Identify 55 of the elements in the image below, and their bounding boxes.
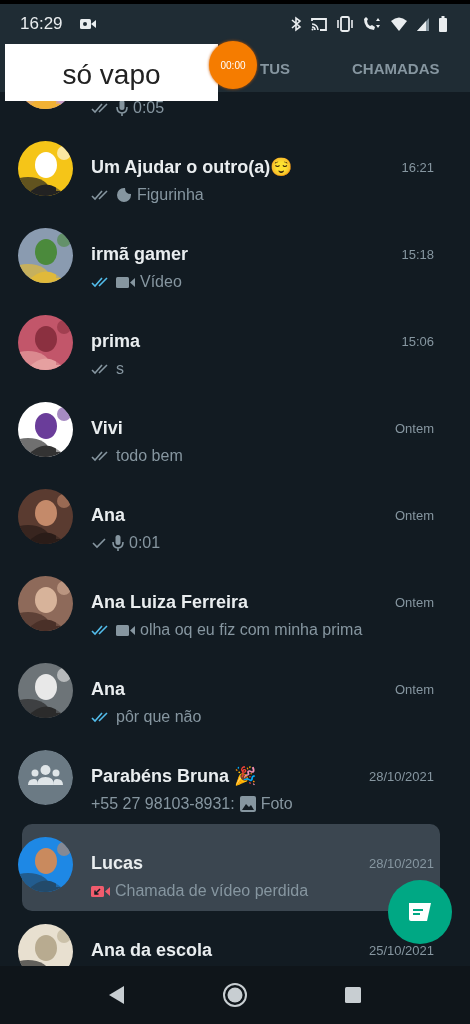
- message-preview: pôr que não: [116, 708, 202, 726]
- tab[interactable]: CHAMADAS: [352, 59, 440, 77]
- chat-time: Ontem: [395, 507, 434, 523]
- chat-time: 28/10/2021: [368, 855, 434, 871]
- chat-time: 16:21: [401, 159, 434, 175]
- phone-signal-icon: [362, 16, 382, 32]
- tab[interactable]: TUS: [260, 59, 290, 77]
- chat-name: Ana da escola: [91, 939, 213, 961]
- sender-number: +55 27 98103-8931:: [91, 795, 235, 813]
- chat-row[interactable]: irmã gamer 15:18 Vídeo: [0, 215, 470, 302]
- chat-name: irmã gamer: [91, 243, 189, 265]
- chat-row[interactable]: prima 15:06 s: [0, 302, 470, 389]
- message-preview: Vídeo: [140, 273, 182, 291]
- chat-name: Ana: [91, 504, 125, 526]
- chat-name: Lucas: [91, 852, 144, 874]
- chat-name: Um Ajudar o outro(a)😌: [91, 156, 293, 178]
- back-icon[interactable]: [108, 985, 126, 1005]
- message-preview: todo bem: [116, 447, 183, 465]
- chat-name: Parabéns Bruna 🎉: [91, 765, 257, 787]
- message-preview: 0:05: [133, 99, 165, 117]
- video-camera-icon: [78, 17, 97, 31]
- chat-row[interactable]: Um Ajudar o outro(a)😌 16:21 Figurinha: [0, 128, 470, 215]
- message-preview: 0:01: [129, 534, 161, 552]
- chat-time: Ontem: [395, 420, 434, 436]
- message-preview: s: [116, 360, 124, 378]
- chat-time: 28/10/2021: [368, 768, 434, 784]
- chat-row[interactable]: Ana Ontem pôr que não: [0, 650, 470, 737]
- chat-row[interactable]: Ana Luiza Ferreira Ontem olha oq eu fiz com minha prima: [0, 563, 470, 650]
- message-icon: [407, 901, 433, 923]
- chat-name: Ana Luiza Ferreira: [91, 591, 249, 613]
- wifi-icon: [390, 16, 408, 32]
- chat-time: 25/10/2021: [368, 942, 434, 958]
- cast-icon: [310, 16, 328, 32]
- message-preview: Chamada de vídeo perdida: [115, 882, 309, 900]
- home-icon[interactable]: [222, 982, 248, 1008]
- message-preview: Figurinha: [137, 186, 204, 204]
- chat-row[interactable]: Ana Ontem 0:01: [0, 476, 470, 563]
- chat-time: Ontem: [395, 594, 434, 610]
- chat-name: prima: [91, 330, 141, 352]
- message-preview: olha oq eu fiz com minha prima: [140, 621, 363, 639]
- chat-row[interactable]: Parabéns Bruna 🎉 28/10/2021 +55 27 98103-8931: Foto: [0, 737, 470, 824]
- chat-time: Ontem: [395, 681, 434, 697]
- message-preview: Foto: [260, 795, 293, 813]
- signal-icon: [416, 16, 430, 32]
- sticker-label: só vapo: [5, 44, 218, 101]
- battery-icon: [438, 16, 448, 32]
- chat-name: Ana: [91, 678, 125, 700]
- chat-name: Vivi: [91, 417, 123, 439]
- chat-row[interactable]: Vivi Ontem todo bem: [0, 389, 470, 476]
- vibrate-icon: [336, 16, 354, 32]
- clock-time: 16:29: [20, 14, 63, 34]
- chat-time: 15:18: [401, 246, 434, 262]
- bluetooth-icon: [290, 16, 302, 32]
- recent-apps-icon[interactable]: [344, 986, 362, 1004]
- chat-time: 15:06: [401, 333, 434, 349]
